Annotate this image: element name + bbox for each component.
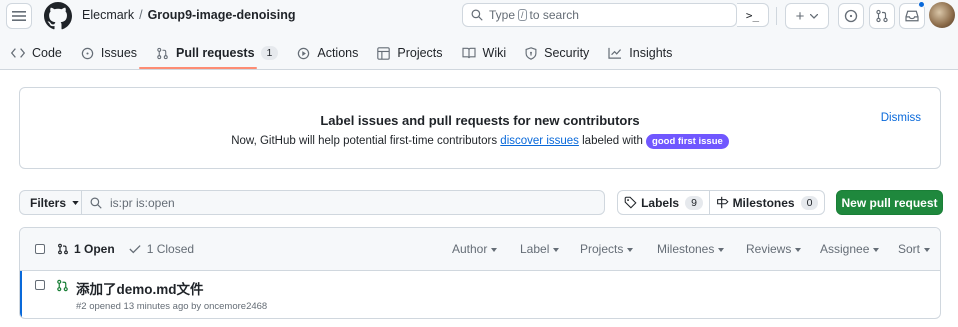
projects-filter[interactable]: Projects (580, 242, 633, 256)
issue-opened-icon (844, 9, 858, 23)
banner-description: Now, GitHub will help potential first-ti… (20, 134, 940, 149)
tab-code[interactable]: Code (11, 42, 62, 64)
labels-milestones-group: Labels 9 Milestones 0 (617, 190, 825, 215)
breadcrumb-owner[interactable]: Elecmark (82, 8, 134, 22)
tab-security[interactable]: Security (525, 42, 589, 64)
milestones-label: Milestones (732, 195, 795, 210)
chevron-down-icon (810, 13, 819, 19)
breadcrumb-separator: / (139, 8, 143, 22)
closed-filter[interactable]: 1 Closed (129, 242, 194, 256)
search-prefix: Type (489, 8, 516, 22)
tab-insights-label: Insights (629, 46, 673, 60)
github-logo-icon[interactable] (44, 2, 72, 30)
command-palette-icon: >_ (745, 8, 760, 22)
notification-indicator (918, 1, 925, 8)
banner-desc-before: Now, GitHub will help potential first-ti… (231, 135, 501, 147)
labels-button[interactable]: Labels 9 (618, 191, 710, 214)
filter-query: is:pr is:open (110, 195, 175, 210)
tab-wiki[interactable]: Wiki (461, 42, 507, 64)
contributor-banner: Label issues and pull requests for new c… (19, 87, 941, 169)
breadcrumb-repo[interactable]: Group9-image-denoising (148, 8, 296, 22)
pull-request-meta: #2 opened 13 minutes ago by oncemore2468 (76, 301, 268, 312)
open-filter[interactable]: 1 Open (57, 242, 115, 256)
dismiss-button[interactable]: Dismiss (881, 112, 921, 124)
tab-projects[interactable]: Projects (377, 42, 443, 64)
pull-requests-header-button[interactable] (869, 3, 895, 29)
labels-count: 9 (685, 195, 703, 210)
menu-button[interactable] (6, 3, 32, 29)
git-pull-request-icon (58, 243, 68, 255)
git-pull-request-icon (157, 47, 168, 59)
plus-icon: + (795, 7, 805, 25)
good-first-issue-label[interactable]: good first issue (646, 134, 729, 149)
tab-projects-label: Projects (397, 46, 443, 60)
breadcrumb: Elecmark / Group9-image-denoising (82, 8, 296, 22)
open-pull-request-icon (57, 279, 68, 292)
search-icon (90, 197, 102, 209)
search-suffix: to search (529, 8, 579, 22)
tab-issues[interactable]: Issues (81, 42, 137, 64)
table-icon (377, 46, 391, 60)
new-pull-request-button[interactable]: New pull request (836, 190, 943, 215)
labels-label: Labels (641, 195, 680, 210)
sort-filter[interactable]: Sort (898, 242, 930, 256)
open-count: 1 Open (74, 242, 115, 256)
discover-issues-link[interactable]: discover issues (500, 135, 579, 147)
banner-title: Label issues and pull requests for new c… (320, 113, 640, 128)
global-search[interactable]: Type / to search (462, 3, 737, 27)
filters-button[interactable]: Filters (19, 190, 82, 215)
row-checkbox[interactable] (35, 280, 45, 290)
assignee-filter[interactable]: Assignee (820, 242, 879, 256)
tab-issues-label: Issues (100, 46, 138, 60)
banner-desc-after: labeled with (578, 135, 647, 147)
create-new-button[interactable]: + (785, 3, 829, 29)
book-icon (461, 47, 476, 59)
state-toggle: 1 Open 1 Closed (57, 242, 194, 256)
search-icon (471, 9, 483, 21)
tab-actions-label: Actions (317, 46, 359, 60)
repo-header: Elecmark / Group9-image-denoising Type / t… (0, 0, 958, 70)
tab-pull-requests-label: Pull requests (176, 46, 255, 60)
milestones-button[interactable]: Milestones 0 (710, 191, 824, 214)
shield-icon (525, 46, 537, 60)
git-pull-request-icon (876, 9, 888, 23)
play-icon (298, 47, 310, 59)
pull-request-title[interactable]: 添加了demo.md文件 (76, 278, 204, 298)
tag-icon (624, 196, 637, 209)
label-filter[interactable]: Label (520, 242, 559, 256)
repo-tabs: Code Issues Pull requests 1 Actions Proj… (11, 42, 691, 70)
select-all-checkbox[interactable] (35, 244, 45, 254)
user-avatar[interactable] (929, 2, 955, 28)
hamburger-icon (12, 11, 26, 21)
list-header: 1 Open 1 Closed Author Label Projects Mi… (20, 228, 940, 271)
filters-label: Filters (30, 195, 67, 210)
list-item[interactable]: 添加了demo.md文件 #2 opened 13 minutes ago by… (20, 271, 940, 318)
milestone-icon (716, 196, 729, 209)
inbox-icon (905, 10, 919, 22)
pull-request-list: 1 Open 1 Closed Author Label Projects Mi… (19, 227, 941, 319)
tab-security-label: Security (544, 46, 590, 60)
closed-count: 1 Closed (146, 242, 195, 256)
milestones-count: 0 (800, 195, 819, 210)
issues-header-button[interactable] (838, 3, 864, 29)
caret-down-icon (72, 200, 79, 205)
tab-actions[interactable]: Actions (297, 42, 358, 64)
code-icon (11, 48, 25, 58)
milestones-filter[interactable]: Milestones (657, 242, 724, 256)
pull-requests-count: 1 (260, 46, 279, 60)
header-divider (776, 7, 777, 25)
graph-icon (608, 47, 622, 59)
search-shortcut-key: / (518, 9, 527, 21)
active-tab-indicator (139, 67, 257, 69)
check-icon (129, 245, 141, 254)
author-filter[interactable]: Author (452, 242, 497, 256)
reviews-filter[interactable]: Reviews (746, 242, 801, 256)
tab-pull-requests[interactable]: Pull requests 1 (156, 42, 279, 64)
issue-opened-icon (81, 47, 94, 59)
command-palette-button[interactable]: >_ (737, 3, 769, 27)
tab-code-label: Code (32, 46, 62, 60)
filter-search-input[interactable]: is:pr is:open (81, 190, 605, 215)
tab-insights[interactable]: Insights (608, 42, 672, 64)
tab-wiki-label: Wiki (482, 46, 507, 60)
